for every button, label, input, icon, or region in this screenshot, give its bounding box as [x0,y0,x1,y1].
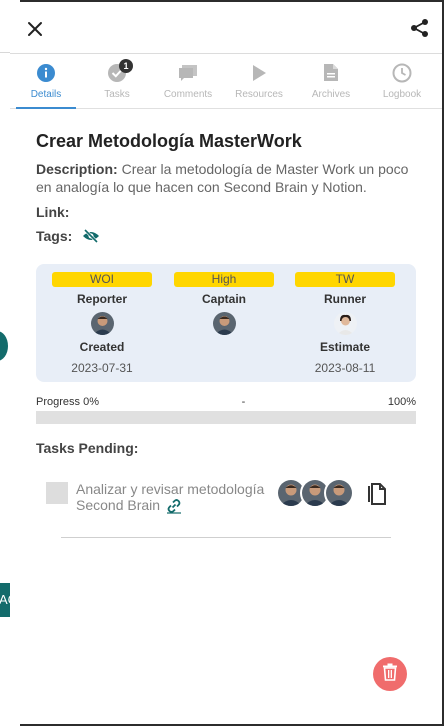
close-icon[interactable] [26,20,44,38]
clock-icon [392,63,412,88]
tasks-pending-title: Tasks Pending: [36,440,139,456]
reporter-column: WOI Reporter Created 2023-07-31 [52,272,152,375]
tab-tasks[interactable]: 1 Tasks [87,59,147,100]
tab-resources[interactable]: Resources [229,64,289,100]
task-assignees [276,478,354,508]
task-text: Analizar y revisar metodología Second Br… [76,481,276,514]
project-title: Crear Metodología MasterWork [36,131,302,151]
eye-off-icon[interactable] [82,229,100,243]
tab-archives[interactable]: Archives [301,64,361,100]
tab-label: Comments [163,89,213,100]
comments-icon [178,64,198,87]
status-badge: WOI [52,272,152,287]
progress-start-label: Progress 0% [36,396,99,408]
background-button: AC [0,583,10,617]
project-description: Description: Crear la metodología de Mas… [36,160,416,196]
tab-label: Archives [311,89,351,100]
avatar[interactable] [324,478,354,508]
runner-column: TW Runner Estimate 2023-08-11 [295,272,395,375]
progress-mid-label: - [241,396,246,408]
play-icon [251,64,267,87]
created-date: 2023-07-31 [71,361,133,375]
task-detail-panel: Details 1 Tasks Comments Resources Archi… [10,2,442,724]
details-content: Crear Metodología MasterWork Description… [10,131,442,538]
status-badge: High [174,272,274,287]
tab-label: Resources [235,89,283,100]
estimate-date: 2023-08-11 [314,361,376,375]
description-label: Description: [36,161,118,177]
file-icon [323,63,339,87]
progress-bar [36,411,416,424]
tasks-count-badge: 1 [119,59,133,73]
tab-label: Details [30,89,62,100]
divider [61,537,391,538]
tab-comments[interactable]: Comments [158,64,218,100]
role-label: Runner [324,292,366,306]
link-icon[interactable] [166,498,182,514]
created-label: Created [79,340,125,354]
tab-label: Tasks [104,89,130,100]
tab-logbook[interactable]: Logbook [372,63,432,100]
share-icon[interactable] [410,18,430,38]
panel-header [10,2,442,54]
status-badge: TW [295,272,395,287]
tab-bar: Details 1 Tasks Comments Resources Archi… [10,54,442,109]
progress-labels: Progress 0% - 100% [36,396,416,408]
estimate-label: Estimate [319,340,371,354]
progress-end-label: 100% [387,396,416,408]
tags-row: Tags: [36,228,416,244]
info-icon [36,63,56,88]
background-fab [0,331,8,361]
tags-label: Tags: [36,228,73,244]
tab-label: Logbook [382,89,422,100]
copy-icon[interactable] [366,482,388,511]
trash-icon [382,663,398,686]
captain-column: High Captain [174,272,274,335]
link-label: Link: [36,204,70,220]
tab-details[interactable]: Details [16,63,76,109]
avatar[interactable] [333,312,357,335]
task-checkbox[interactable] [46,482,68,504]
roles-card: WOI Reporter Created 2023-07-31 High Cap… [36,264,416,382]
avatar[interactable] [90,312,114,335]
role-label: Reporter [76,292,127,306]
delete-button[interactable] [373,657,407,691]
role-label: Captain [201,292,246,306]
list-item: Analizar y revisar metodología Second Br… [36,478,416,538]
avatar[interactable] [212,312,236,335]
